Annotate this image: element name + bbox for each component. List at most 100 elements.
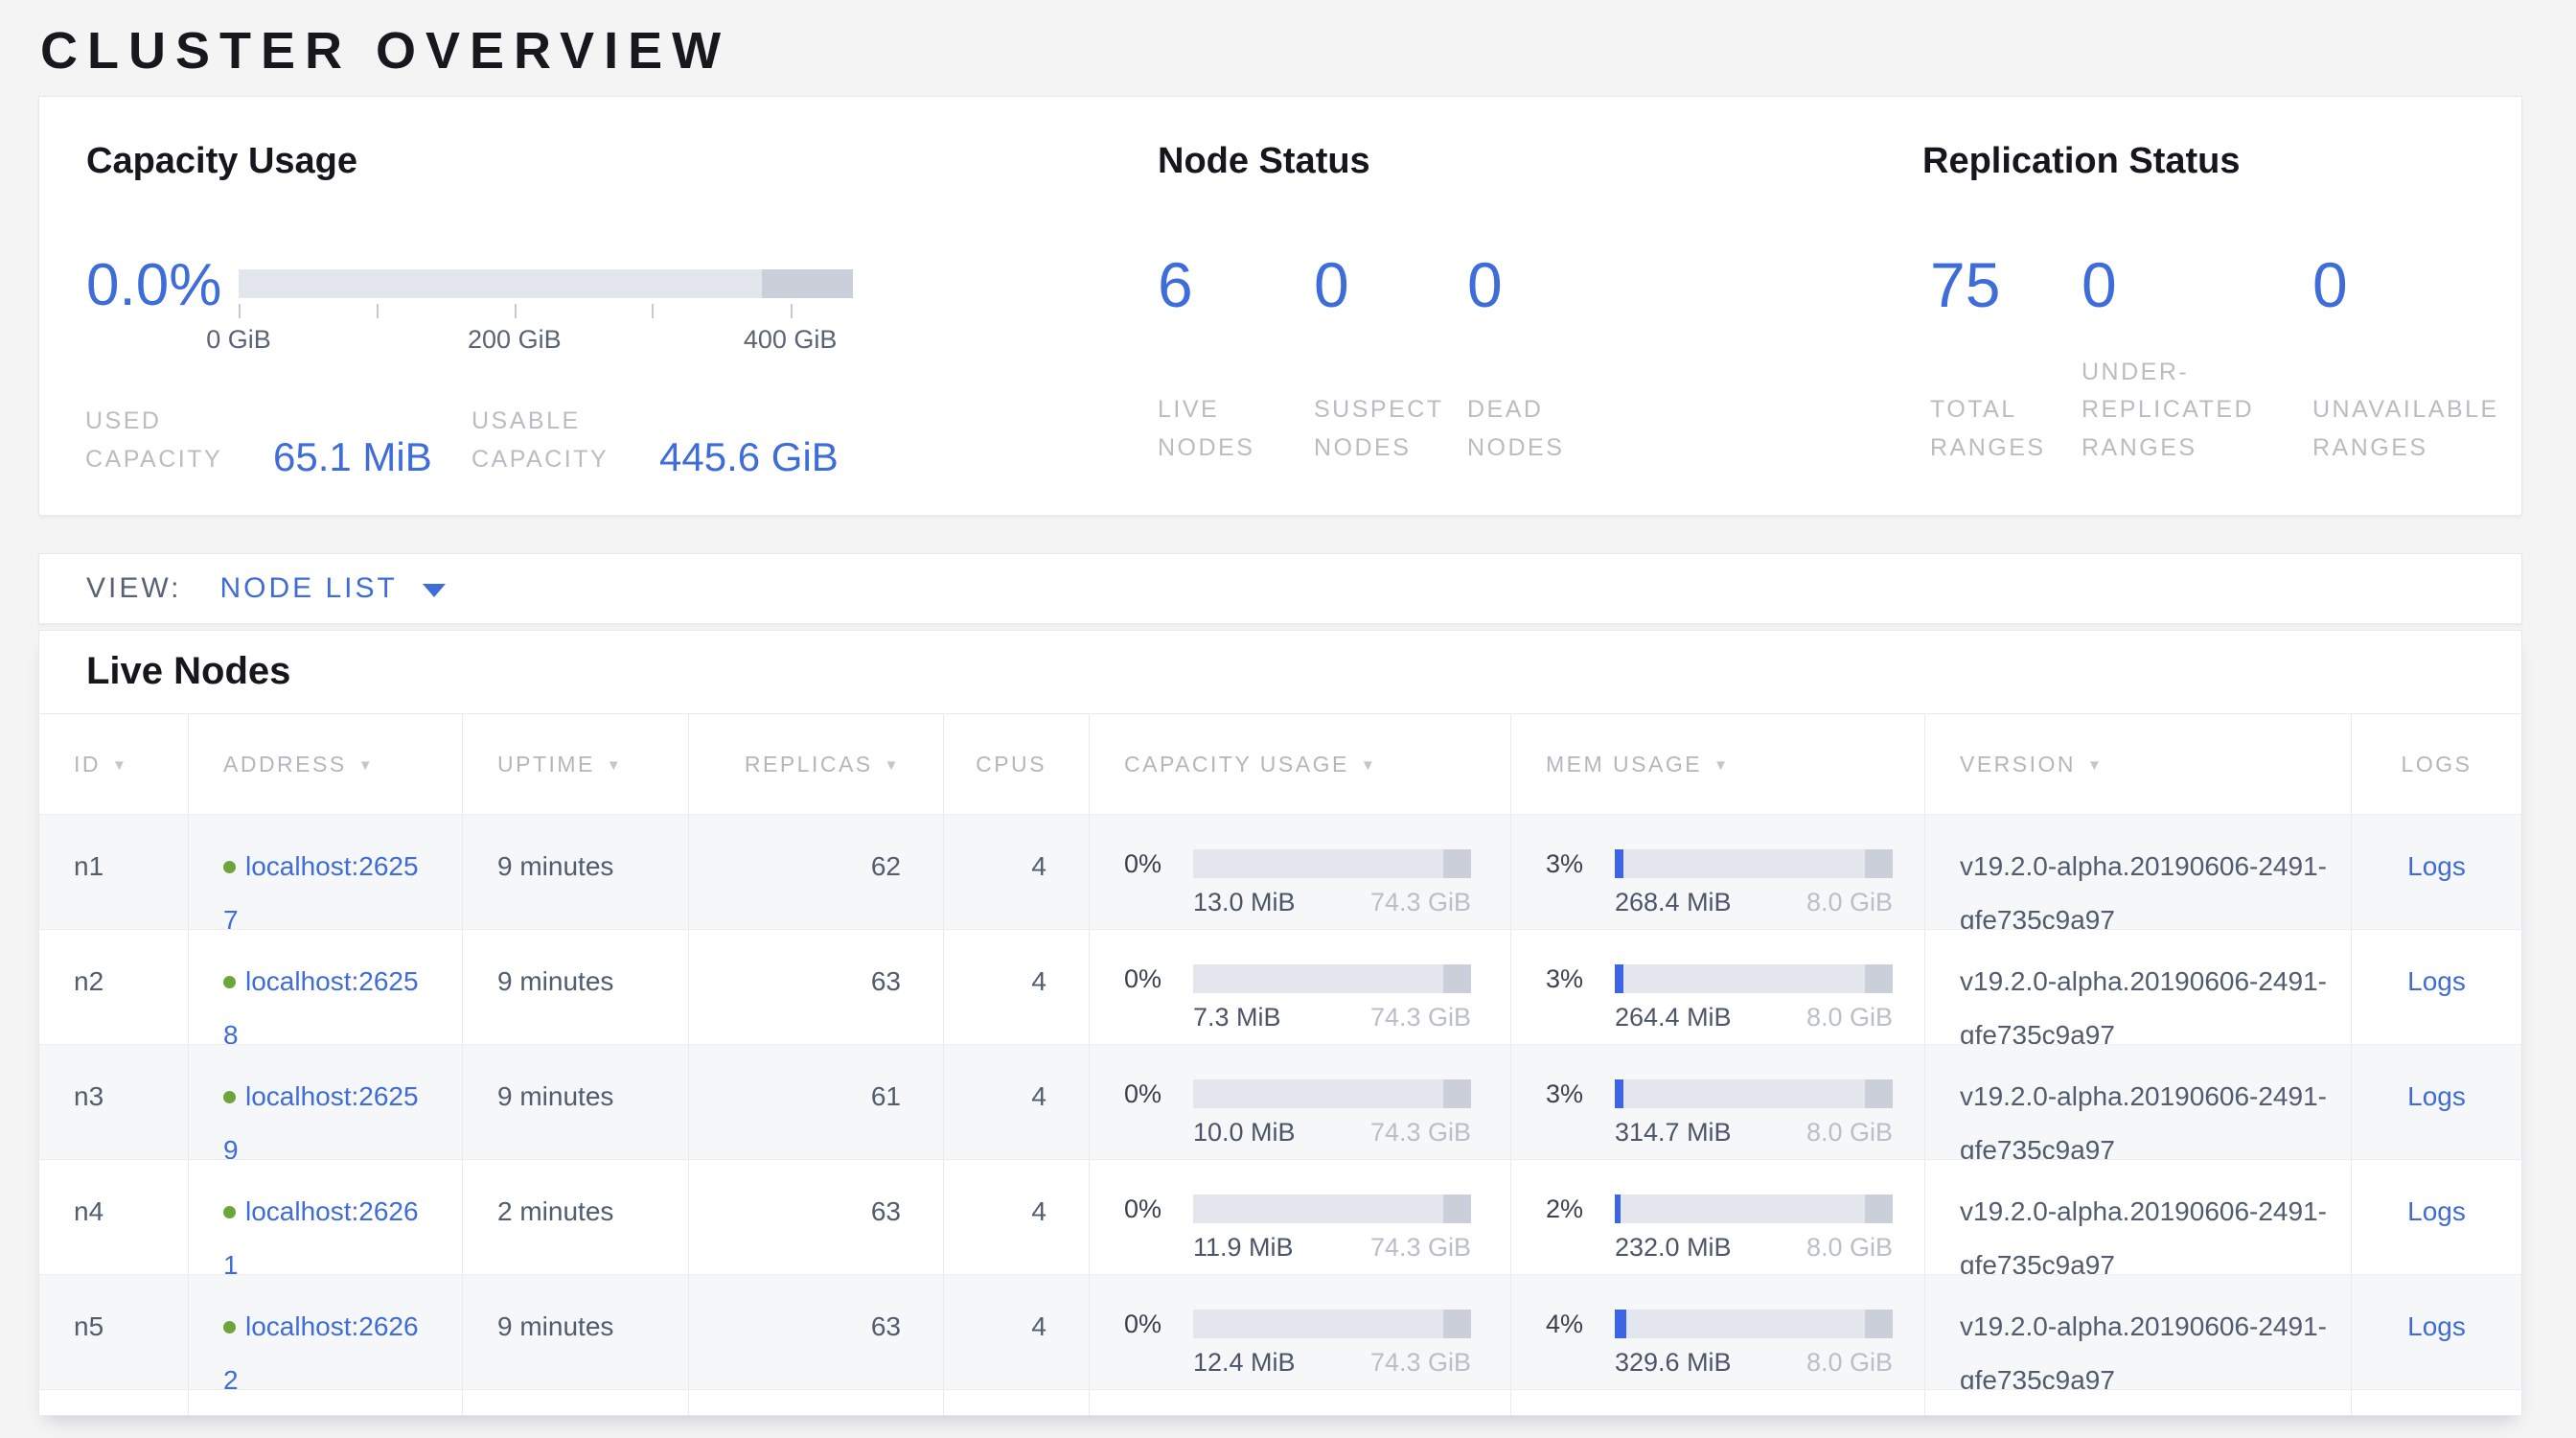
cell-cpus: 4 — [944, 1275, 1090, 1389]
axis-tick — [377, 304, 379, 318]
capacity-usage-bar — [239, 269, 853, 298]
capacity-percent: 0% — [1124, 1310, 1185, 1338]
logs-link[interactable]: Logs — [2407, 1081, 2466, 1111]
view-dropdown[interactable]: NODE LIST — [219, 572, 397, 605]
column-header-capacity[interactable]: CAPACITY USAGE▼ — [1090, 714, 1511, 814]
capacity-usage-title: Capacity Usage — [86, 141, 357, 182]
cell-replicas: 61 — [689, 1045, 944, 1159]
total-ranges-stat: 75 TOTAL RANGES — [1930, 252, 2000, 467]
cell-memory-usage: 3%314.7 MiB8.0 GiB — [1511, 1045, 1925, 1159]
node-address-link[interactable]: localhost:26262 — [223, 1311, 419, 1389]
axis-tick-label: 0 GiB — [206, 325, 271, 355]
column-header-uptime[interactable]: UPTIME▼ — [463, 714, 689, 814]
node-address-link[interactable]: localhost:26261 — [223, 1196, 419, 1274]
capacity-total-value: 74.3 GiB — [1370, 1231, 1471, 1264]
column-header-label: VERSION — [1960, 752, 2076, 777]
column-header-label: CPUS — [976, 752, 1046, 777]
cell-capacity-usage: 0%11.9 MiB74.3 GiB — [1090, 1160, 1511, 1274]
memory-total-value: 8.0 GiB — [1806, 1231, 1893, 1264]
cell-cpus: 4 — [944, 815, 1090, 929]
cell-address: localhost:26257 — [189, 815, 463, 929]
cell-replicas: 62 — [689, 815, 944, 929]
cell-capacity-usage: 0%13.0 MiB74.3 GiB — [1090, 815, 1511, 929]
table-row: n5localhost:262629 minutes6340%12.4 MiB7… — [39, 1274, 2521, 1389]
live-nodes-count: 6 — [1158, 252, 1193, 317]
node-address-link[interactable]: localhost:26258 — [223, 966, 419, 1044]
version-text: v19.2.0-alpha.20190606-2491-gfe735c9a97 — [1960, 840, 2352, 929]
memory-bar-reserved-segment — [1865, 1310, 1893, 1338]
capacity-bar-reserved-segment — [1443, 849, 1471, 878]
replication-status-panel: Replication Status 75 TOTAL RANGES 0 UND… — [1922, 97, 2536, 517]
cell-node-id: n2 — [39, 930, 189, 1044]
memory-bar-fill — [1615, 964, 1623, 993]
memory-bar-reserved-segment — [1865, 1194, 1893, 1223]
memory-percent: 3% — [1546, 1079, 1607, 1108]
node-status-title: Node Status — [1158, 141, 1370, 182]
column-header-id[interactable]: ID▼ — [39, 714, 189, 814]
page-title: CLUSTER OVERVIEW — [40, 21, 730, 81]
memory-percent: 3% — [1546, 964, 1607, 993]
version-text: v19.2.0-alpha.20190606-2491-gfe735c9a97 — [1960, 955, 2352, 1044]
live-status-dot-icon — [223, 1091, 236, 1103]
view-selector-bar: VIEW: NODE LIST — [38, 553, 2522, 624]
node-status-panel: Node Status 6 LIVE NODES 0 SUSPECT NODES… — [1158, 97, 1886, 517]
capacity-total-value: 74.3 GiB — [1370, 1001, 1471, 1033]
logs-link[interactable]: Logs — [2407, 1311, 2466, 1341]
empty-cell — [1511, 1390, 1925, 1416]
empty-cell — [2352, 1390, 2521, 1416]
cell-uptime: 9 minutes — [463, 1275, 689, 1389]
sort-arrow-icon: ▼ — [1361, 757, 1377, 774]
chevron-down-icon[interactable] — [423, 584, 446, 597]
table-body: n1localhost:262579 minutes6240%13.0 MiB7… — [39, 814, 2521, 1416]
column-header-replicas[interactable]: REPLICAS▼ — [689, 714, 944, 814]
cell-capacity-usage: 0%12.4 MiB74.3 GiB — [1090, 1275, 1511, 1389]
logs-link[interactable]: Logs — [2407, 851, 2466, 881]
used-capacity-value: 65.1 MiB — [273, 434, 432, 480]
capacity-bar-reserved-segment — [1443, 1310, 1471, 1338]
column-header-version[interactable]: VERSION▼ — [1925, 714, 2352, 814]
unavailable-ranges-stat: 0 UNAVAILABLE RANGES — [2312, 252, 2348, 467]
cell-memory-usage: 3%268.4 MiB8.0 GiB — [1511, 815, 1925, 929]
version-text: v19.2.0-alpha.20190606-2491-gfe735c9a97 — [1960, 1300, 2352, 1389]
capacity-bar-reserved-segment — [762, 269, 853, 298]
memory-bar-reserved-segment — [1865, 849, 1893, 878]
usable-capacity-stat: USABLE CAPACITY 445.6 GiB — [472, 402, 839, 478]
live-nodes-section-title: Live Nodes — [39, 631, 2521, 693]
node-address-link[interactable]: localhost:26257 — [223, 851, 419, 929]
empty-cell — [39, 1390, 189, 1416]
cell-logs: Logs — [2352, 1160, 2521, 1274]
capacity-usage-bar — [1193, 849, 1471, 878]
capacity-usage-bar — [1193, 1194, 1471, 1223]
column-header-address[interactable]: ADDRESS▼ — [189, 714, 463, 814]
memory-usage-bar — [1615, 1310, 1893, 1338]
sort-arrow-icon: ▼ — [1714, 757, 1730, 774]
memory-total-value: 8.0 GiB — [1806, 886, 1893, 918]
column-header-memory[interactable]: MEM USAGE▼ — [1511, 714, 1925, 814]
cell-replicas: 63 — [689, 1160, 944, 1274]
table-row: n4localhost:262612 minutes6340%11.9 MiB7… — [39, 1159, 2521, 1274]
memory-bar-fill — [1615, 849, 1623, 878]
cell-uptime: 9 minutes — [463, 815, 689, 929]
logs-link[interactable]: Logs — [2407, 1196, 2466, 1226]
cell-address: localhost:26262 — [189, 1275, 463, 1389]
cell-address: localhost:26261 — [189, 1160, 463, 1274]
suspect-nodes-label: SUSPECT NODES — [1314, 391, 1462, 467]
version-text: v19.2.0-alpha.20190606-2491-gfe735c9a97 — [1960, 1185, 2352, 1274]
capacity-used-value: 11.9 MiB — [1193, 1231, 1294, 1264]
memory-usage-bar — [1615, 1079, 1893, 1108]
used-capacity-label: USED CAPACITY — [85, 402, 248, 478]
memory-used-value: 232.0 MiB — [1615, 1231, 1732, 1264]
node-address-link[interactable]: localhost:26259 — [223, 1081, 419, 1159]
under-replicated-ranges-stat: 0 UNDER-REPLICATED RANGES — [2082, 252, 2117, 467]
suspect-nodes-count: 0 — [1314, 252, 1349, 317]
table-row: n1localhost:262579 minutes6240%13.0 MiB7… — [39, 814, 2521, 929]
logs-link[interactable]: Logs — [2407, 966, 2466, 996]
column-header-cpus: CPUS — [944, 714, 1090, 814]
memory-used-value: 329.6 MiB — [1615, 1346, 1732, 1379]
memory-used-value: 314.7 MiB — [1615, 1116, 1732, 1148]
capacity-bar-reserved-segment — [1443, 964, 1471, 993]
memory-usage-bar — [1615, 1194, 1893, 1223]
capacity-percent: 0% — [1124, 1079, 1185, 1108]
cell-memory-usage: 2%232.0 MiB8.0 GiB — [1511, 1160, 1925, 1274]
axis-tick — [791, 304, 793, 318]
